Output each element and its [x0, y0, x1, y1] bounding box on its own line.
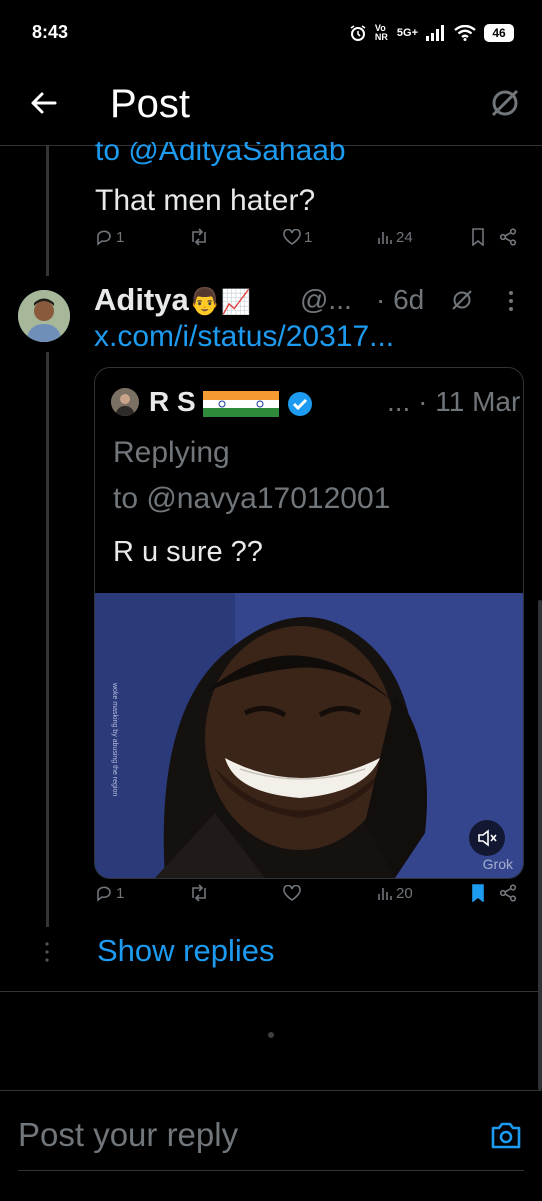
- grok-post-button[interactable]: [450, 288, 474, 312]
- grok-icon: [452, 290, 472, 310]
- like-button[interactable]: 1: [283, 229, 312, 246]
- post-time: · 6d: [376, 284, 425, 315]
- repost-icon: [192, 228, 206, 246]
- verified-badge-icon: [287, 391, 313, 417]
- section-divider: [0, 991, 542, 992]
- heart-icon: [283, 885, 301, 901]
- india-flag-icon: [241, 390, 280, 417]
- reply-button[interactable]: 1: [95, 228, 124, 246]
- crown-emoji-icon: 👨: [188, 286, 222, 316]
- grok-button[interactable]: [488, 86, 522, 120]
- heart-icon: [283, 229, 301, 245]
- status-icons: Vo NR 5G+ 46: [349, 22, 514, 44]
- thread-line-top: [46, 146, 49, 276]
- views-icon: [378, 232, 392, 244]
- camera-button[interactable]: [490, 1120, 522, 1150]
- like-count: 1: [304, 228, 313, 246]
- wifi-icon: [454, 25, 476, 41]
- views-count: 24: [396, 228, 413, 246]
- share-icon: [499, 228, 517, 246]
- like-button[interactable]: [283, 885, 301, 901]
- views-button[interactable]: 24: [377, 229, 413, 246]
- mute-button[interactable]: [469, 820, 505, 856]
- bookmark-button[interactable]: [471, 884, 485, 902]
- loading-dot: [268, 1032, 274, 1038]
- status-link[interactable]: x.com/i/status/20317...: [94, 320, 394, 354]
- quoted-date: ... · 11 Mar: [387, 386, 521, 417]
- volte-label: Vo NR: [374, 23, 388, 42]
- thread-line-bottom: [46, 352, 49, 927]
- author-name[interactable]: Aditya👨📈: [94, 282, 251, 318]
- avatar[interactable]: [18, 290, 70, 342]
- author-handle[interactable]: @...: [300, 284, 352, 316]
- reply-icon: [97, 886, 111, 902]
- alarm-icon: [349, 24, 367, 42]
- network-label: 5G+: [396, 27, 418, 39]
- quoted-video[interactable]: woke masking by abusing the region Grok: [95, 593, 523, 878]
- reply-count: 1: [116, 228, 125, 246]
- more-vertical-icon: [509, 291, 513, 311]
- views-icon: [378, 888, 392, 900]
- reply-input[interactable]: Post your reply: [18, 1116, 238, 1154]
- chart-emoji-icon: 📈: [221, 289, 252, 316]
- battery-indicator: 46: [484, 24, 514, 42]
- arrow-left-icon: [31, 92, 57, 114]
- previous-post-text: That men hater?: [95, 184, 316, 217]
- signal-icon: [426, 25, 446, 41]
- thread-more-dots-icon: [45, 942, 49, 962]
- repost-button[interactable]: [189, 884, 209, 902]
- show-replies-link[interactable]: Show replies: [97, 933, 274, 969]
- scrollbar[interactable]: [538, 600, 542, 1090]
- bookmark-button[interactable]: [471, 228, 485, 246]
- status-time: 8:43: [32, 22, 69, 42]
- reply-icon: [97, 230, 111, 246]
- bookmark-filled-icon: [472, 884, 484, 902]
- repost-icon: [192, 884, 206, 902]
- share-icon: [499, 884, 517, 902]
- quoted-author: R S: [149, 386, 313, 418]
- share-button[interactable]: [499, 884, 517, 902]
- india-flag-icon: [203, 390, 242, 417]
- share-button[interactable]: [499, 228, 517, 246]
- bookmark-icon: [472, 228, 484, 246]
- views-count: 20: [396, 884, 413, 902]
- quoted-text: R u sure ??: [113, 536, 263, 568]
- repost-button[interactable]: [189, 228, 209, 246]
- grok-watermark: Grok: [482, 856, 513, 872]
- reply-count: 1: [116, 884, 125, 902]
- page-title: Post: [110, 82, 191, 126]
- previous-post-mention[interactable]: to @AdityaSahaab: [95, 142, 346, 168]
- svg-text:woke masking by abusing the re: woke masking by abusing the region: [111, 682, 118, 796]
- grok-icon: [491, 89, 519, 117]
- reply-input-underline: [18, 1170, 524, 1171]
- back-button[interactable]: [28, 88, 58, 118]
- volume-mute-icon: [478, 829, 497, 847]
- video-frame-image: woke masking by abusing the region: [95, 593, 523, 878]
- quoted-post[interactable]: R S ... · 11 Mar Replying to @navya17012…: [94, 367, 524, 879]
- status-bar: 8:43 Vo NR 5G+ 46: [0, 0, 542, 64]
- more-options-button[interactable]: [508, 290, 514, 312]
- camera-icon: [491, 1122, 521, 1149]
- quoted-avatar: [111, 388, 139, 416]
- views-button[interactable]: 20: [377, 885, 413, 902]
- quoted-replying-to: Replying to @navya17012001: [113, 436, 391, 515]
- reply-button[interactable]: 1: [95, 884, 124, 902]
